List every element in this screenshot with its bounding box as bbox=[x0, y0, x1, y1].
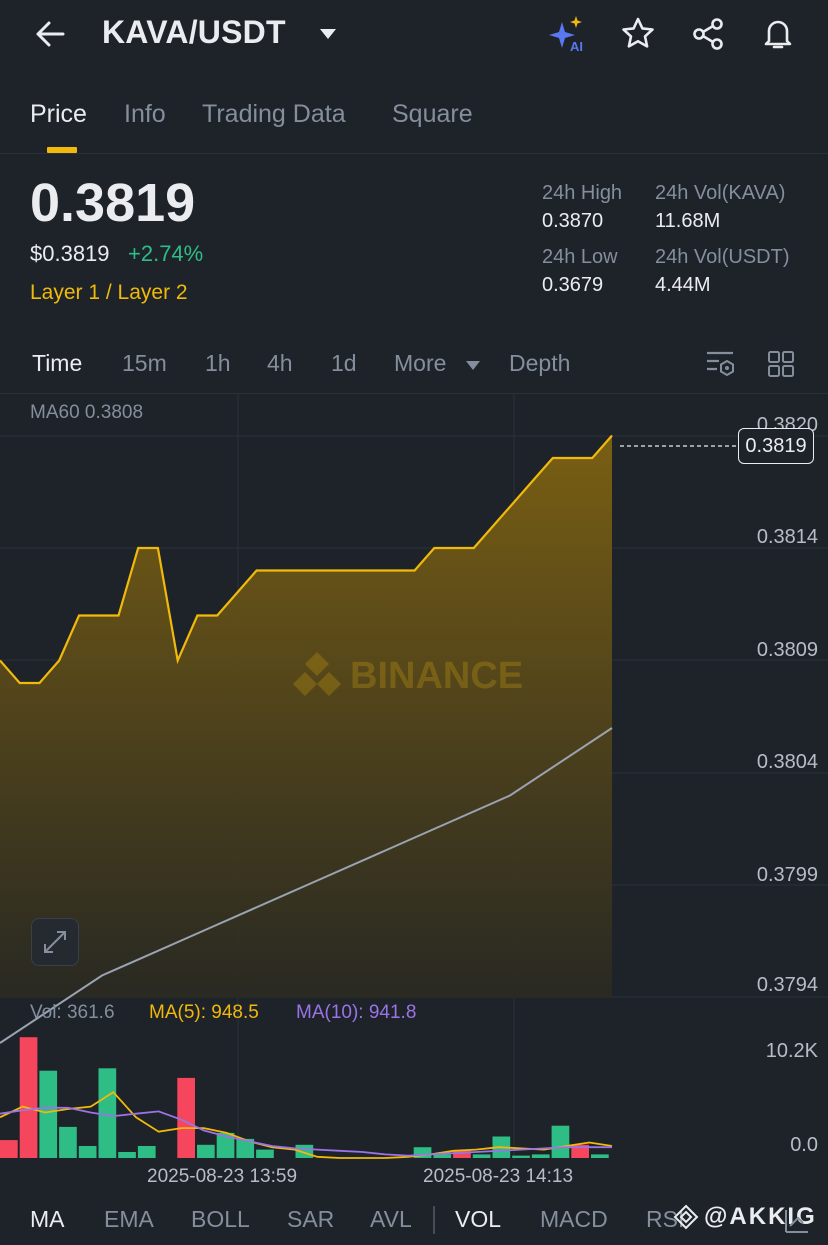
price-axis-label: 0.3809 bbox=[756, 639, 818, 661]
star-icon bbox=[622, 17, 654, 48]
ai-sparkle-icon: AI bbox=[549, 16, 583, 54]
price-axis-label: 0.3814 bbox=[756, 526, 818, 548]
tf-4h[interactable]: 4h bbox=[267, 350, 293, 377]
diamond-logo-icon bbox=[673, 1204, 699, 1230]
volume-bar bbox=[512, 1155, 530, 1158]
vol-base-value: 11.68M bbox=[655, 210, 721, 232]
ind-macd[interactable]: MACD bbox=[540, 1206, 608, 1233]
favorite-button[interactable] bbox=[618, 14, 658, 54]
ai-badge: AI bbox=[570, 39, 583, 54]
price-axis-label: 0.3804 bbox=[756, 751, 818, 773]
pair-title[interactable]: KAVA/USDT bbox=[102, 14, 286, 51]
ind-avl[interactable]: AVL bbox=[370, 1206, 412, 1233]
current-price-tag: 0.3819 bbox=[738, 428, 814, 464]
volume-bar bbox=[118, 1152, 136, 1158]
draw-tool-button[interactable] bbox=[782, 1206, 812, 1241]
tabs-divider bbox=[0, 153, 828, 154]
volume-bar bbox=[256, 1149, 274, 1158]
high-value: 0.3870 bbox=[542, 210, 604, 232]
high-label: 24h High bbox=[542, 182, 623, 204]
watermark-text: BINANCE bbox=[350, 655, 523, 697]
vol-axis-bottom: 0.0 bbox=[790, 1134, 818, 1156]
tf-15m[interactable]: 15m bbox=[122, 350, 167, 377]
vol-ma10-label: MA(10): 941.8 bbox=[296, 1002, 417, 1023]
share-button[interactable] bbox=[688, 14, 728, 54]
low-value: 0.3679 bbox=[542, 274, 604, 296]
tf-depth[interactable]: Depth bbox=[509, 350, 570, 377]
volume-bar bbox=[137, 1146, 156, 1158]
vol-ma5-label: MA(5): 948.5 bbox=[149, 1002, 259, 1023]
ind-boll[interactable]: BOLL bbox=[191, 1206, 250, 1233]
grid-layout-icon bbox=[768, 351, 794, 377]
vol-axis-top: 10.2K bbox=[765, 1040, 818, 1062]
volume-bar bbox=[551, 1125, 570, 1158]
last-price: 0.3819 bbox=[30, 173, 196, 233]
usd-price: $0.3819 bbox=[30, 241, 110, 266]
price-change: +2.74% bbox=[128, 241, 204, 266]
volume-bar bbox=[39, 1070, 58, 1158]
bell-icon bbox=[764, 20, 792, 49]
time-label: 2025-08-23 14:13 bbox=[423, 1166, 574, 1187]
tab-trading-data[interactable]: Trading Data bbox=[202, 100, 346, 129]
volume-bar bbox=[59, 1126, 77, 1158]
more-caret-icon[interactable] bbox=[465, 358, 481, 376]
vol-quote-label: 24h Vol(USDT) bbox=[655, 246, 790, 268]
tf-1d[interactable]: 1d bbox=[331, 350, 357, 377]
tf-1h[interactable]: 1h bbox=[205, 350, 231, 377]
price-axis-label: 0.3799 bbox=[756, 864, 818, 886]
ai-button[interactable]: AI bbox=[546, 14, 590, 56]
back-arrow-icon bbox=[36, 21, 65, 47]
chart-settings-icon bbox=[707, 351, 734, 377]
vol-base-label: 24h Vol(KAVA) bbox=[655, 182, 786, 204]
draw-tool-icon bbox=[785, 1210, 808, 1233]
volume-bar bbox=[472, 1154, 491, 1158]
volume-bar bbox=[19, 1037, 38, 1158]
ind-sar[interactable]: SAR bbox=[287, 1206, 334, 1233]
time-label: 2025-08-23 13:59 bbox=[147, 1166, 298, 1187]
volume-bar bbox=[591, 1154, 609, 1158]
volume-bar bbox=[197, 1144, 215, 1158]
dropdown-caret-icon bbox=[320, 29, 336, 39]
share-icon bbox=[693, 18, 723, 50]
alerts-button[interactable] bbox=[758, 14, 798, 54]
vol-quote-value: 4.44M bbox=[655, 274, 711, 296]
volume-bar bbox=[78, 1146, 97, 1158]
ind-ma[interactable]: MA bbox=[30, 1206, 65, 1233]
fullscreen-button[interactable] bbox=[31, 918, 79, 966]
layout-button[interactable] bbox=[764, 348, 798, 380]
indicator-separator bbox=[433, 1206, 435, 1234]
chart-settings-button[interactable] bbox=[704, 348, 738, 380]
tab-square[interactable]: Square bbox=[392, 100, 473, 129]
expand-icon bbox=[44, 931, 66, 953]
price-area-fill bbox=[0, 435, 612, 998]
tf-time[interactable]: Time bbox=[32, 350, 82, 377]
volume-bar bbox=[531, 1154, 550, 1158]
ma60-label: MA60 0.3808 bbox=[30, 402, 144, 423]
tab-info[interactable]: Info bbox=[124, 100, 166, 129]
pair-dropdown-button[interactable] bbox=[314, 22, 342, 46]
ind-ema[interactable]: EMA bbox=[104, 1206, 154, 1233]
ind-vol[interactable]: VOL bbox=[455, 1206, 501, 1233]
sector-tag[interactable]: Layer 1 / Layer 2 bbox=[30, 281, 188, 305]
volume-bar bbox=[98, 1068, 117, 1158]
price-axis-label: 0.3794 bbox=[756, 974, 818, 996]
volume-bar bbox=[0, 1140, 18, 1158]
tab-price[interactable]: Price bbox=[30, 100, 87, 129]
back-button[interactable] bbox=[28, 14, 72, 54]
price-chart[interactable]: BINANCE bbox=[0, 393, 828, 1163]
volume-bar bbox=[177, 1077, 195, 1158]
tf-more[interactable]: More bbox=[394, 350, 446, 377]
volume-bars bbox=[0, 1037, 609, 1158]
low-label: 24h Low bbox=[542, 246, 618, 268]
vol-label: Vol: 361.6 bbox=[30, 1002, 115, 1023]
